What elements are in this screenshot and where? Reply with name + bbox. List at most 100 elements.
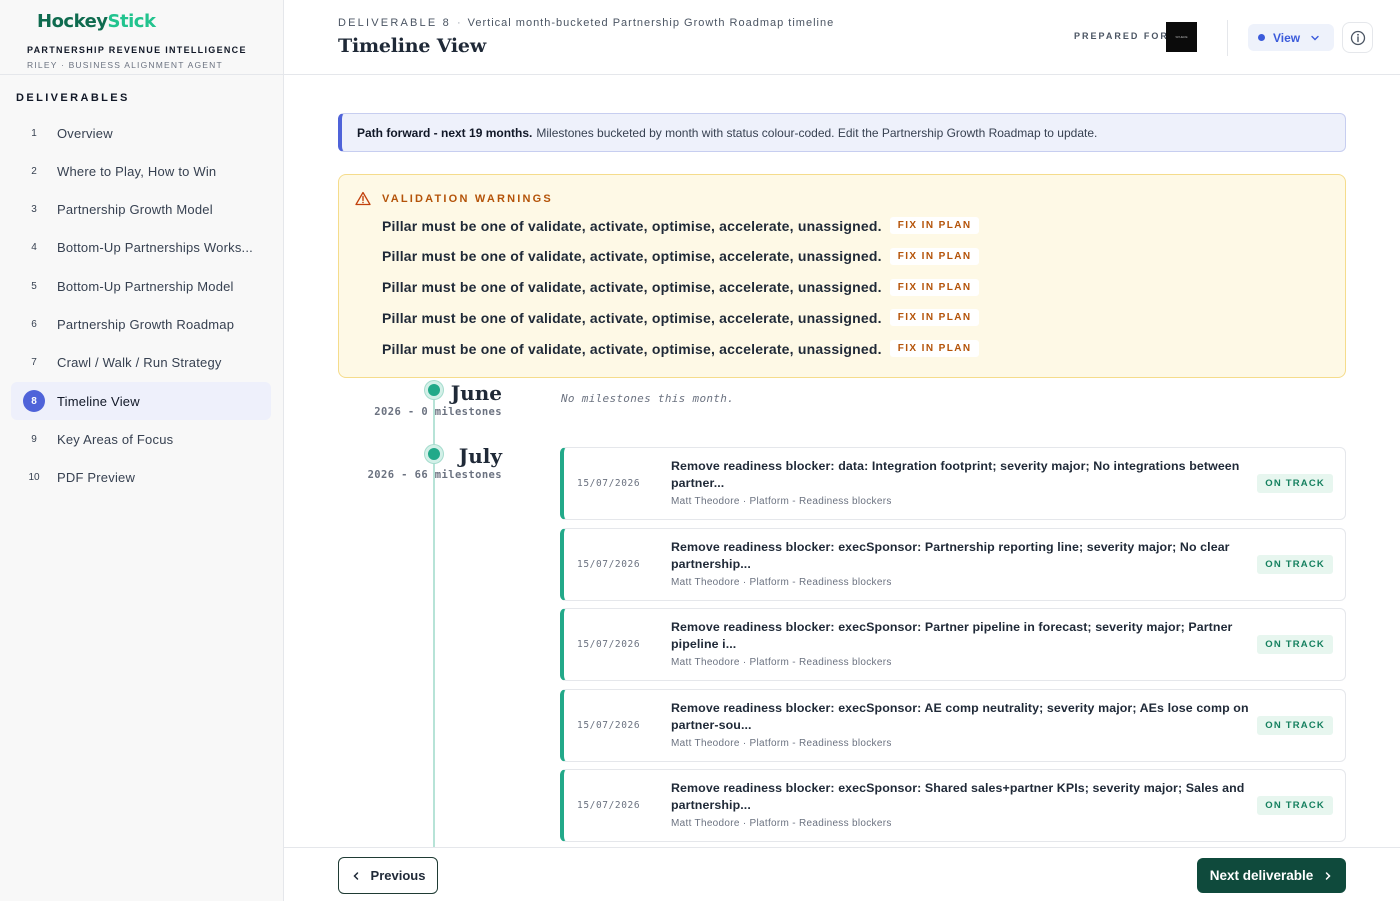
info-banner: Path forward - next 19 months. Milestones… xyxy=(338,113,1346,152)
fix-in-plan-button[interactable]: FIX IN PLAN xyxy=(889,340,980,358)
milestone-card[interactable]: 15/07/2026 Remove readiness blocker: exec… xyxy=(560,527,1346,601)
warning-message: Pillar must be one of validate, activate… xyxy=(382,309,882,326)
warning-message: Pillar must be one of validate, activate… xyxy=(382,248,882,265)
sidebar-item-number: 3 xyxy=(31,204,37,216)
sidebar-item-number: 2 xyxy=(31,165,37,177)
sidebar-item-number: 8 xyxy=(23,390,45,413)
banner-lead: Path forward - next 19 months. xyxy=(357,125,533,140)
chevron-down-icon xyxy=(1311,35,1319,40)
sidebar-item-label: Where to Play, How to Win xyxy=(57,163,217,179)
fix-in-plan-button[interactable]: FIX IN PLAN xyxy=(889,217,980,234)
sidebar-item-number: 6 xyxy=(31,318,37,330)
view-dropdown[interactable]: View xyxy=(1248,24,1334,51)
sidebar-item-3[interactable]: 3 Partnership Growth Model xyxy=(11,191,271,229)
agent-label: RILEY · BUSINESS ALIGNMENT AGENT xyxy=(27,60,223,70)
footer-nav: Previous Next deliverable xyxy=(284,847,1400,901)
sidebar-item-label: PDF Preview xyxy=(57,470,136,486)
milestone-card[interactable]: 15/07/2026 Remove readiness blocker: exec… xyxy=(560,769,1346,843)
sidebar-item-10[interactable]: 10 PDF Preview xyxy=(11,459,271,497)
page-title: Timeline View xyxy=(338,35,486,57)
timeline-dot-july xyxy=(425,445,443,463)
breadcrumb-separator: · xyxy=(456,17,462,29)
chevron-left-icon xyxy=(352,871,358,880)
sidebar-item-7[interactable]: 7 Crawl / Walk / Run Strategy xyxy=(11,344,271,382)
next-label: Next deliverable xyxy=(1209,868,1314,883)
prepared-for-label: PREPARED FOR xyxy=(1074,31,1169,41)
main-content[interactable]: Path forward - next 19 months. Milestones… xyxy=(284,76,1400,847)
deliverables-nav: 1 Overview 2 Where to Play, How to Win 3 Part… xyxy=(11,114,271,497)
month-subtitle: 2026 - 66 milestones xyxy=(367,469,502,481)
status-badge: ON TRACK xyxy=(1257,796,1333,816)
sidebar-item-8[interactable]: 8 Timeline View xyxy=(11,382,271,421)
chevron-right-icon xyxy=(1326,871,1331,880)
client-logo: SPHERE xyxy=(1166,22,1197,52)
sidebar-item-label: Partnership Growth Roadmap xyxy=(57,316,235,332)
hockeystick-logo[interactable]: HockeyStick xyxy=(37,10,283,32)
warnings-header: VALIDATION WARNINGS xyxy=(355,191,553,206)
deliverables-heading: DELIVERABLES xyxy=(16,92,130,104)
fix-in-plan-button[interactable]: FIX IN PLAN xyxy=(889,309,980,327)
fix-in-plan-button[interactable]: FIX IN PLAN xyxy=(889,278,980,296)
logo-main-text: Hockey xyxy=(37,10,108,32)
sidebar-item-label: Partnership Growth Model xyxy=(57,202,213,218)
milestone-meta: Matt Theodore · Platform - Readiness blo… xyxy=(671,737,892,749)
sidebar-item-label: Timeline View xyxy=(57,393,140,409)
milestone-title: Remove readiness blocker: execSponsor: P… xyxy=(671,620,1233,652)
milestone-card[interactable]: 15/07/2026 Remove readiness blocker: exec… xyxy=(560,608,1346,682)
milestone-date: 15/07/2026 xyxy=(577,478,641,489)
info-button[interactable] xyxy=(1342,22,1373,53)
sidebar-item-label: Bottom-Up Partnership Model xyxy=(57,278,234,294)
view-status-dot xyxy=(1258,34,1265,41)
sidebar-item-number: 5 xyxy=(31,280,37,292)
milestone-meta: Matt Theodore · Platform - Readiness blo… xyxy=(671,496,892,507)
sidebar-item-1[interactable]: 1 Overview xyxy=(11,114,271,152)
validation-warnings-panel: VALIDATION WARNINGS Pillar must be one o… xyxy=(338,174,1346,378)
milestone-card[interactable]: 15/07/2026 Remove readiness blocker: exec… xyxy=(560,688,1346,762)
sidebar-item-9[interactable]: 9 Key Areas of Focus xyxy=(11,420,271,458)
previous-button[interactable]: Previous xyxy=(338,857,438,894)
status-badge: ON TRACK xyxy=(1257,554,1333,574)
month-subtitle: 2026 - 0 milestones xyxy=(374,406,502,418)
sidebar-item-number: 10 xyxy=(28,472,40,484)
sidebar-item-number: 4 xyxy=(31,242,37,254)
sidebar-item-label: Key Areas of Focus xyxy=(57,431,174,447)
warning-triangle-icon xyxy=(355,191,371,206)
view-label: View xyxy=(1273,30,1301,45)
brand-subtitle: PARTNERSHIP REVENUE INTELLIGENCE xyxy=(27,45,247,55)
top-header: DELIVERABLE 8 · Vertical month-bucketed Pa… xyxy=(284,0,1400,75)
sidebar-item-label: Bottom-Up Partnerships Works... xyxy=(57,240,253,256)
month-title: July xyxy=(458,444,502,468)
banner-text: Milestones bucketed by month with status… xyxy=(536,125,1098,140)
warning-row: Pillar must be one of validate, activate… xyxy=(382,278,980,296)
empty-month-note: No milestones this month. xyxy=(561,392,735,405)
warning-row: Pillar must be one of validate, activate… xyxy=(382,309,980,327)
month-title: June xyxy=(450,381,502,405)
next-deliverable-button[interactable]: Next deliverable xyxy=(1197,858,1346,893)
warnings-title: VALIDATION WARNINGS xyxy=(382,192,553,205)
sidebar-item-4[interactable]: 4 Bottom-Up Partnerships Works... xyxy=(11,229,271,267)
sidebar-item-2[interactable]: 2 Where to Play, How to Win xyxy=(11,152,271,190)
sidebar-item-label: Crawl / Walk / Run Strategy xyxy=(57,355,222,371)
previous-label: Previous xyxy=(370,868,426,883)
warning-row: Pillar must be one of validate, activate… xyxy=(382,217,980,234)
status-badge: ON TRACK xyxy=(1257,474,1333,493)
sidebar-item-5[interactable]: 5 Bottom-Up Partnership Model xyxy=(11,267,271,305)
sidebar-item-6[interactable]: 6 Partnership Growth Roadmap xyxy=(11,305,271,343)
status-badge: ON TRACK xyxy=(1257,715,1333,735)
milestone-card[interactable]: 15/07/2026 Remove readiness blocker: data… xyxy=(560,447,1346,520)
warning-message: Pillar must be one of validate, activate… xyxy=(382,340,882,357)
timeline-dot-june xyxy=(425,381,443,399)
fix-in-plan-button[interactable]: FIX IN PLAN xyxy=(889,247,980,265)
sidebar-item-number: 9 xyxy=(31,433,37,445)
brand-block: HockeyStick PARTNERSHIP REVENUE INTELLIG… xyxy=(0,0,283,75)
milestone-date: 15/07/2026 xyxy=(577,558,641,570)
breadcrumb: DELIVERABLE 8 · Vertical month-bucketed Pa… xyxy=(338,17,834,29)
sidebar-item-number: 1 xyxy=(31,127,37,139)
info-icon xyxy=(1350,30,1365,45)
milestone-meta: Matt Theodore · Platform - Readiness blo… xyxy=(671,657,892,669)
milestone-meta: Matt Theodore · Platform - Readiness blo… xyxy=(671,818,892,830)
milestone-title: Remove readiness blocker: data: Integrat… xyxy=(671,459,1240,490)
milestone-date: 15/07/2026 xyxy=(577,800,641,812)
warning-message: Pillar must be one of validate, activate… xyxy=(382,217,882,234)
header-divider xyxy=(1227,20,1228,56)
